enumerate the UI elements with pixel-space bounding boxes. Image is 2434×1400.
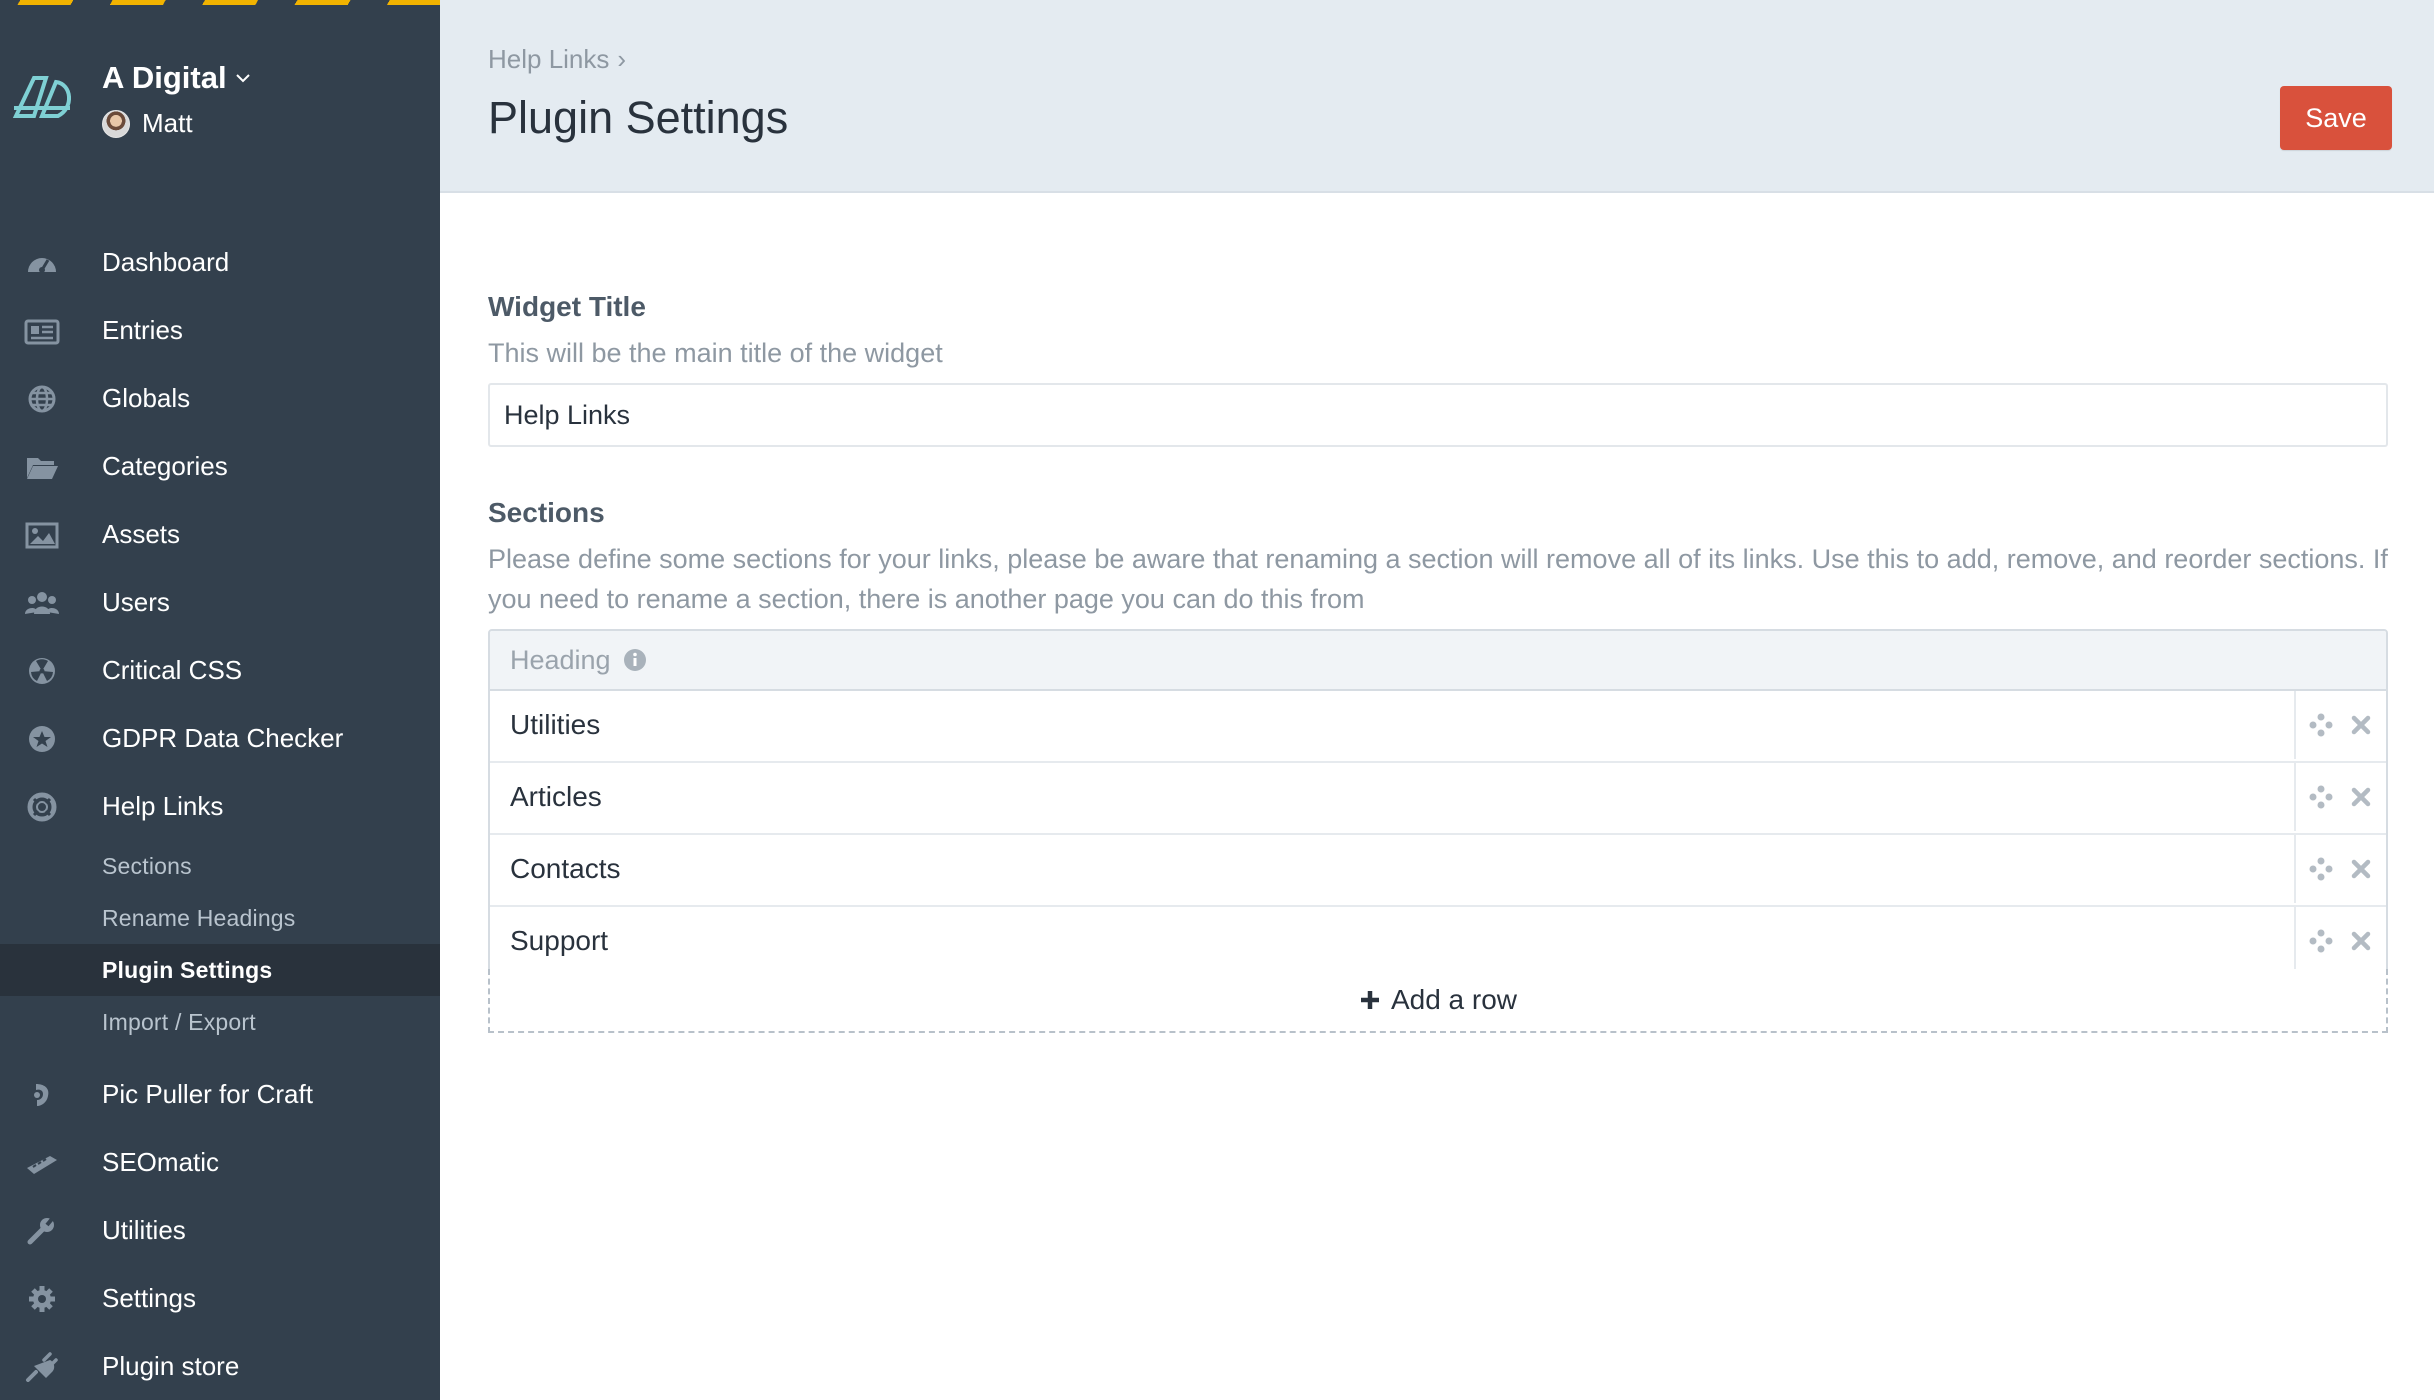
sidebar: A Digital Matt Dashboard Entries Globals…	[0, 0, 440, 1400]
site-header: A Digital Matt	[0, 50, 440, 160]
breadcrumb: Help Links ›	[488, 44, 626, 75]
move-icon[interactable]	[2308, 928, 2334, 954]
folder-icon	[27, 458, 58, 479]
user-name: Matt	[142, 108, 193, 138]
table-row	[490, 835, 2386, 907]
info-icon[interactable]	[623, 648, 647, 672]
move-icon[interactable]	[2308, 856, 2334, 882]
nav-item-seomatic[interactable]: SEOmatic	[0, 1128, 440, 1196]
section-heading-input[interactable]	[490, 907, 2298, 975]
plus-icon	[1360, 991, 1379, 1009]
breadcrumb-separator-icon: ›	[617, 44, 627, 74]
user-menu[interactable]: Matt	[102, 108, 193, 139]
users-icon	[25, 592, 59, 614]
delete-icon[interactable]	[2348, 928, 2374, 954]
site-name: A Digital	[102, 60, 227, 95]
row-actions	[2294, 691, 2386, 759]
dashboard-icon	[28, 258, 56, 273]
image-icon	[25, 522, 59, 549]
row-actions	[2294, 835, 2386, 903]
nav-item-help-links[interactable]: Help Links	[0, 772, 440, 840]
subnav-item-plugin-settings[interactable]: Plugin Settings	[0, 944, 440, 996]
breadcrumb-link-help-links[interactable]: Help Links	[488, 44, 609, 75]
help-links-subnav: Sections Rename Headings Plugin Settings…	[0, 840, 440, 1048]
move-icon[interactable]	[2308, 784, 2334, 810]
table-row	[490, 691, 2386, 763]
chevron-down-icon	[235, 74, 250, 83]
nav-item-users[interactable]: Users	[0, 568, 440, 636]
main-nav: Dashboard Entries Globals Categories Ass…	[0, 228, 440, 1400]
sections-label: Sections	[488, 497, 605, 528]
dev-mode-stripe	[0, 0, 440, 5]
nav-item-critical-css[interactable]: Critical CSS	[0, 636, 440, 704]
nav-item-plugin-store[interactable]: Plugin store	[0, 1332, 440, 1400]
subnav-item-sections[interactable]: Sections	[0, 840, 440, 892]
table-row	[490, 763, 2386, 835]
star-badge-icon	[29, 726, 55, 752]
sections-instructions: Please define some sections for your lin…	[488, 544, 2388, 614]
nav-item-settings[interactable]: Settings	[0, 1264, 440, 1332]
widget-title-input[interactable]	[488, 383, 2388, 447]
nav-item-dashboard[interactable]: Dashboard	[0, 228, 440, 296]
delete-icon[interactable]	[2348, 856, 2374, 882]
page-header: Help Links › Plugin Settings Save	[440, 0, 2434, 193]
move-icon[interactable]	[2308, 712, 2334, 738]
add-row-label: Add a row	[1390, 984, 1518, 1015]
nav-item-utilities[interactable]: Utilities	[0, 1196, 440, 1264]
delete-icon[interactable]	[2348, 784, 2374, 810]
add-row-button[interactable]: Add a row	[488, 969, 2388, 1033]
save-button[interactable]: Save	[2280, 86, 2392, 150]
nav-item-pic-puller[interactable]: Pic Puller for Craft	[0, 1060, 440, 1128]
subnav-item-import-export[interactable]: Import / Export	[0, 996, 440, 1048]
plug-icon	[26, 1352, 58, 1382]
site-switcher[interactable]: A Digital	[102, 60, 251, 96]
row-actions	[2294, 763, 2386, 831]
nav-item-globals[interactable]: Globals	[0, 364, 440, 432]
delete-icon[interactable]	[2348, 712, 2374, 738]
section-heading-input[interactable]	[490, 835, 2298, 903]
page-title: Plugin Settings	[488, 92, 789, 143]
widget-title-instructions: This will be the main title of the widge…	[488, 338, 943, 368]
lifebuoy-icon	[27, 792, 57, 822]
nav-item-gdpr-data-checker[interactable]: GDPR Data Checker	[0, 704, 440, 772]
radiation-icon	[29, 658, 55, 684]
table-header: Heading	[490, 631, 2386, 691]
site-logo	[12, 76, 71, 118]
wrench-icon	[27, 1217, 54, 1245]
widget-title-label: Widget Title	[488, 291, 646, 322]
seomatic-icon	[27, 1156, 57, 1174]
sections-table: Heading	[488, 629, 2388, 979]
section-heading-input[interactable]	[490, 763, 2298, 831]
subnav-item-rename-headings[interactable]: Rename Headings	[0, 892, 440, 944]
column-heading: Heading	[510, 644, 611, 675]
section-heading-input[interactable]	[490, 691, 2298, 759]
avatar	[102, 109, 130, 138]
entries-icon	[24, 319, 60, 345]
globe-icon	[28, 385, 56, 413]
nav-item-categories[interactable]: Categories	[0, 432, 440, 500]
gear-icon	[29, 1286, 55, 1312]
row-actions	[2294, 907, 2386, 975]
nav-item-assets[interactable]: Assets	[0, 500, 440, 568]
nav-item-entries[interactable]: Entries	[0, 296, 440, 364]
table-row	[490, 907, 2386, 977]
pic-puller-icon	[34, 1084, 49, 1106]
